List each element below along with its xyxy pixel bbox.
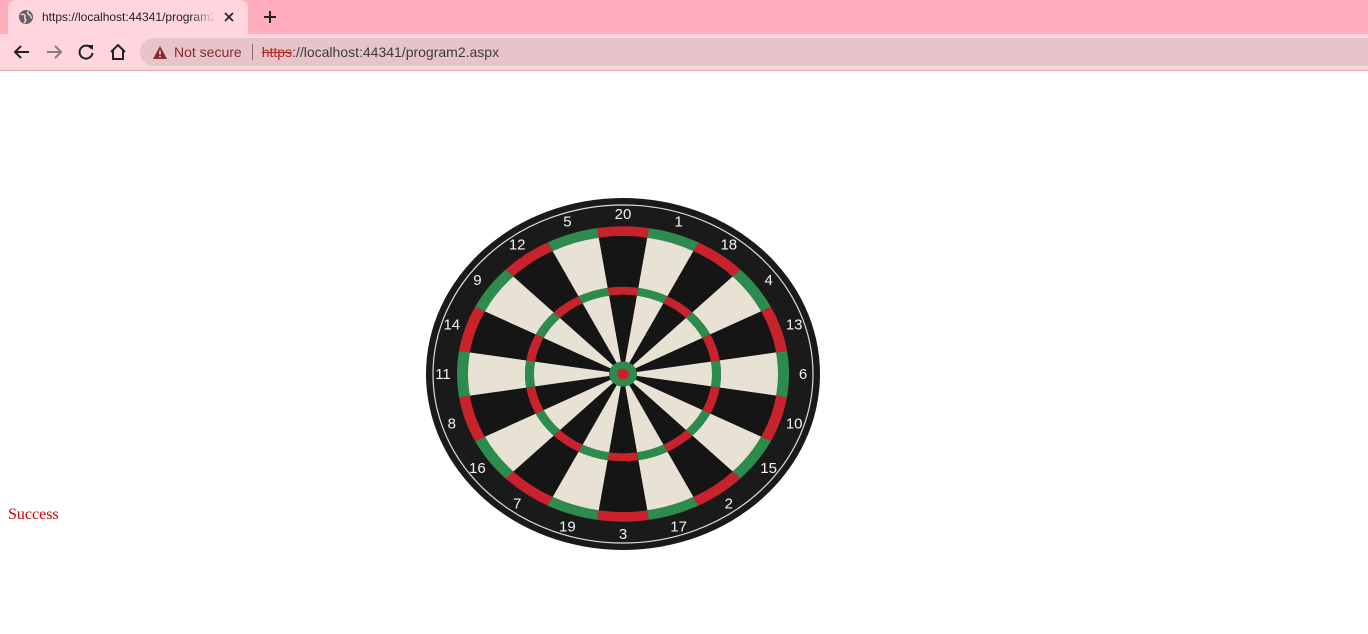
- svg-text:7: 7: [513, 496, 521, 513]
- arrow-left-icon: [13, 45, 29, 59]
- svg-text:10: 10: [786, 416, 803, 433]
- reload-button[interactable]: [72, 38, 100, 66]
- svg-text:16: 16: [469, 460, 486, 477]
- svg-text:11: 11: [435, 366, 451, 383]
- svg-text:20: 20: [615, 206, 632, 223]
- home-icon: [110, 43, 126, 60]
- plus-icon: [264, 11, 276, 23]
- security-label[interactable]: Not secure: [174, 44, 242, 60]
- svg-text:12: 12: [509, 236, 526, 253]
- status-message: Success: [8, 506, 59, 523]
- new-tab-button[interactable]: [258, 6, 282, 28]
- forward-button[interactable]: [40, 38, 68, 66]
- svg-text:6: 6: [799, 366, 807, 383]
- close-icon[interactable]: [220, 8, 238, 26]
- browser-tab[interactable]: https://localhost:44341/program2.aspx: [8, 0, 248, 34]
- omnibox-divider: [251, 44, 253, 60]
- home-button[interactable]: [104, 38, 132, 66]
- globe-icon: [18, 9, 34, 25]
- back-button[interactable]: [8, 38, 36, 66]
- svg-text:1: 1: [674, 214, 682, 231]
- browser-toolbar: Not secure https ://localhost:44341/prog…: [0, 34, 1368, 71]
- svg-text:13: 13: [786, 316, 803, 333]
- svg-text:8: 8: [448, 416, 456, 433]
- dartboard-image: 20 1 18 4 13 6 10 15 2 17 3 19 7 16 8 11 14 9 12 5: [426, 198, 820, 550]
- tab-title: https://localhost:44341/program2.aspx: [42, 10, 216, 24]
- svg-text:3: 3: [619, 526, 627, 543]
- reload-icon: [78, 44, 94, 60]
- tab-strip: https://localhost:44341/program2.aspx: [0, 0, 1368, 34]
- svg-text:15: 15: [760, 460, 777, 477]
- url-text: ://localhost:44341/program2.aspx: [292, 44, 500, 60]
- warning-icon[interactable]: [152, 44, 168, 60]
- address-bar[interactable]: Not secure https ://localhost:44341/prog…: [140, 38, 1368, 66]
- arrow-right-icon: [47, 45, 63, 59]
- svg-text:19: 19: [559, 518, 576, 535]
- svg-text:2: 2: [725, 496, 733, 513]
- svg-text:17: 17: [670, 518, 687, 535]
- svg-text:18: 18: [720, 236, 737, 253]
- svg-text:5: 5: [563, 214, 571, 231]
- svg-text:14: 14: [443, 316, 460, 333]
- url-scheme: https: [261, 44, 293, 60]
- svg-text:4: 4: [764, 272, 772, 289]
- svg-text:9: 9: [473, 272, 481, 289]
